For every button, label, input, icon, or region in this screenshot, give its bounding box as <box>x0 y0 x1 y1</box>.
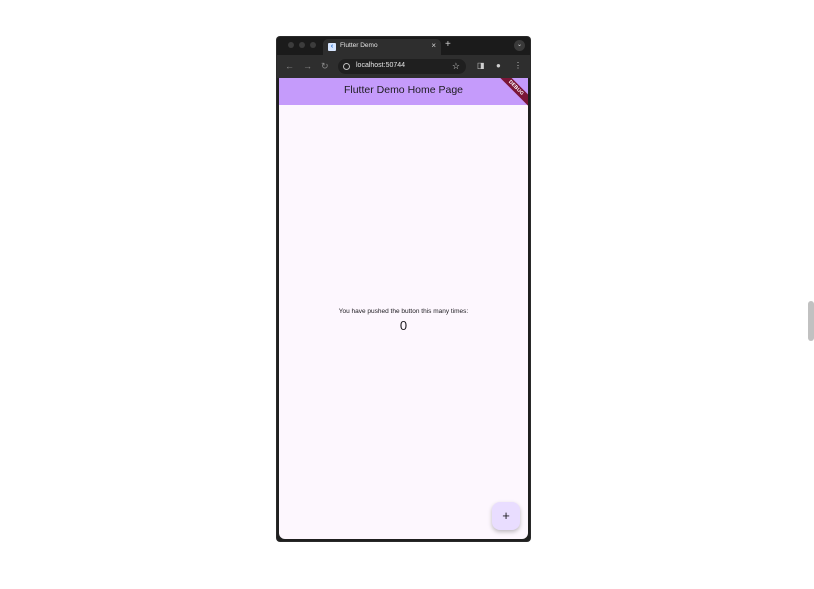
browser-toolbar: ← → ↻ localhost:50744 ☆ ◨ ● ⋮ <box>277 55 530 78</box>
tab-flutter-demo[interactable]: ‹ Flutter Demo × <box>323 39 441 55</box>
page-viewport: Flutter Demo Home Page DEBUG You have pu… <box>279 78 528 539</box>
counter-value: 0 <box>399 318 408 333</box>
bookmark-star-icon[interactable]: ☆ <box>452 61 460 71</box>
window-minimize-dot[interactable] <box>299 42 305 48</box>
browser-window: ‹ Flutter Demo × + ⌄ ← → ↻ localhost:507… <box>277 37 530 541</box>
tab-title: Flutter Demo <box>340 42 378 49</box>
address-bar[interactable]: localhost:50744 ☆ <box>338 59 466 74</box>
flutter-icon: ‹ <box>328 43 336 51</box>
url-text[interactable]: localhost:50744 <box>356 62 405 69</box>
app-bar: Flutter Demo Home Page <box>279 78 528 105</box>
profile-icon[interactable]: ● <box>496 61 501 71</box>
new-tab-icon[interactable]: + <box>445 39 451 51</box>
back-icon[interactable]: ← <box>285 61 294 71</box>
close-tab-icon[interactable]: × <box>431 41 436 51</box>
menu-icon[interactable]: ⋮ <box>514 61 522 71</box>
counter-message: You have pushed the button this many tim… <box>338 308 469 315</box>
page-title: Flutter Demo Home Page <box>343 84 464 96</box>
reload-icon[interactable]: ↻ <box>321 61 329 71</box>
tab-strip: ‹ Flutter Demo × + ⌄ <box>277 37 530 55</box>
page-scrollbar[interactable] <box>808 301 814 341</box>
window-maximize-dot[interactable] <box>310 42 316 48</box>
tab-search-icon[interactable]: ⌄ <box>514 40 525 51</box>
window-close-dot[interactable] <box>288 42 294 48</box>
side-panel-icon[interactable]: ◨ <box>477 61 485 71</box>
forward-icon[interactable]: → <box>303 61 312 71</box>
increment-button[interactable]: + <box>492 502 520 530</box>
site-info-icon[interactable] <box>343 63 350 70</box>
